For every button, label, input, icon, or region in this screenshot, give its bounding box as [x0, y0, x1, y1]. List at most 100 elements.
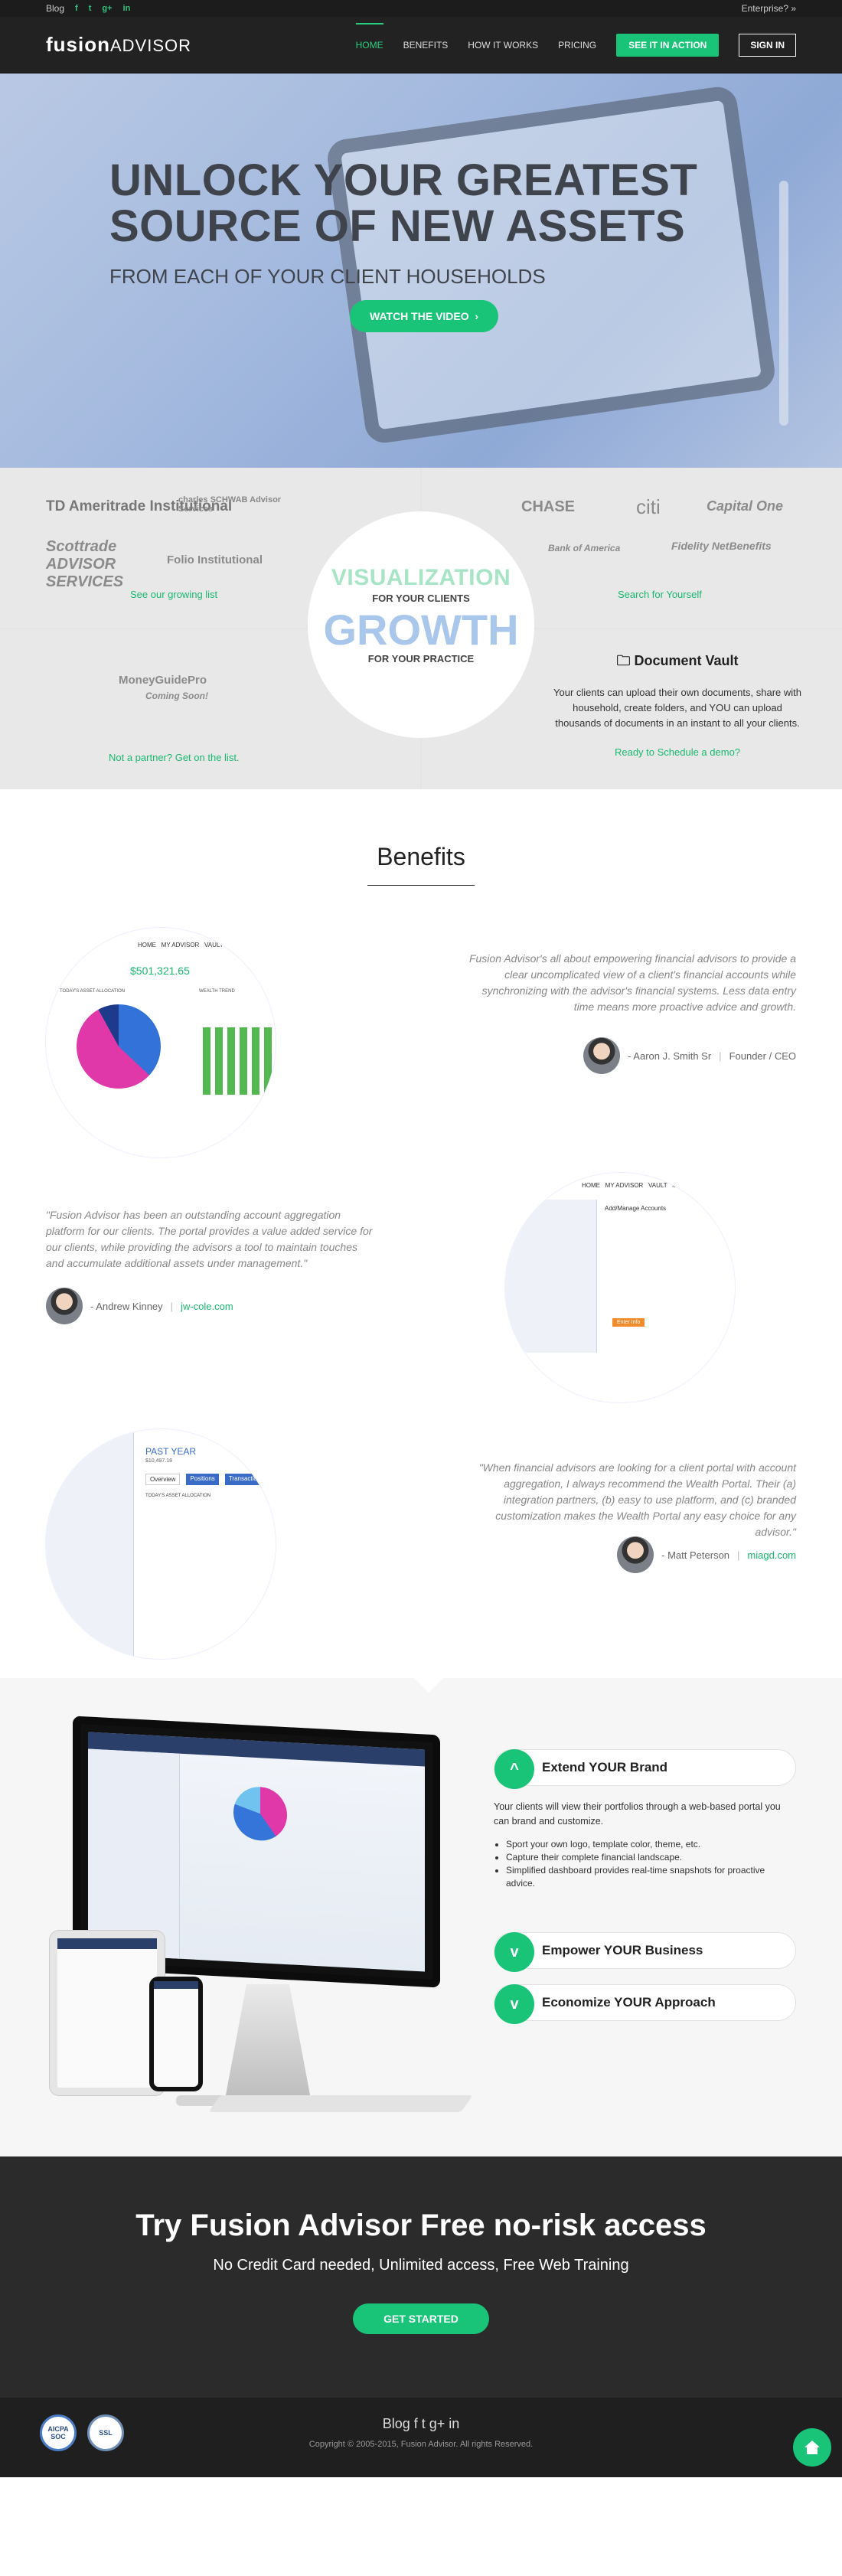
folder-icon: 🗀	[616, 653, 631, 668]
benefits-heading: Benefits	[377, 843, 465, 870]
imac-stand	[225, 1984, 311, 2099]
footer: AICPA SOC SSL Blog f t g+ in Copyright ©…	[0, 2398, 842, 2477]
blog-link[interactable]: Blog	[46, 3, 64, 14]
accordion-empower-business: v Empower YOUR Business	[494, 1932, 796, 1972]
shot3-tabs: Overview Positions Transactions	[145, 1474, 268, 1485]
search-for-yourself-link[interactable]: Search for Yourself	[618, 589, 702, 600]
ssl-seal: SSL	[87, 2414, 124, 2451]
testimonial-row-2: "Fusion Advisor has been an outstanding …	[0, 1165, 842, 1422]
nav-home[interactable]: HOME	[355, 22, 383, 51]
dashboard-screenshot-3: PAST YEAR $10,497.18 Overview Positions …	[46, 1429, 276, 1659]
schedule-demo-link[interactable]: Ready to Schedule a demo?	[615, 746, 740, 758]
hero: UNLOCK YOUR GREATEST SOURCE OF NEW ASSETS…	[0, 73, 842, 468]
accordion-header-empower[interactable]: v Empower YOUR Business	[494, 1932, 796, 1972]
footer-links[interactable]: Blog f t g+ in	[0, 2398, 842, 2432]
testimonial-author-3: - Matt Peterson | miagd.com	[617, 1536, 796, 1573]
dashboard-screenshot-1: HOME MY ADVISOR VAULT MY PORTFOLIO $501,…	[46, 928, 276, 1157]
wealth-bar-5	[252, 1027, 259, 1095]
logo[interactable]: fusionADVISOR	[46, 33, 191, 57]
moneyguidepro-logo: MoneyGuidePro	[119, 674, 207, 687]
jw-cole-link[interactable]: jw-cole.com	[181, 1301, 233, 1312]
see-growing-list-link[interactable]: See our growing list	[130, 589, 217, 600]
wealth-bar-4	[240, 1027, 247, 1095]
shot2-title: Add/Manage Accounts	[605, 1205, 667, 1212]
keyboard-image	[208, 2095, 473, 2112]
document-vault: 🗀 Document Vault Your clients can upload…	[551, 651, 804, 760]
dashboard-screenshot-2: HOME MY ADVISOR VAULT MY PORTFOLIO Add/M…	[505, 1173, 735, 1402]
get-started-button[interactable]: GET STARTED	[353, 2303, 489, 2334]
document-vault-title: Document Vault	[634, 653, 739, 668]
testimonial-author-1: - Aaron J. Smith Sr | Founder / CEO	[583, 1037, 796, 1074]
shot1-label2: WEALTH TREND	[199, 989, 235, 994]
try-title: Try Fusion Advisor Free no-risk access	[135, 2209, 707, 2242]
nav-benefits[interactable]: BENEFITS	[403, 40, 449, 51]
extend-brand-list: Sport your own logo, template color, the…	[506, 1838, 796, 1890]
benefits-section: Benefits	[0, 789, 842, 909]
chevron-up-icon: ^	[494, 1749, 534, 1789]
get-on-list-link[interactable]: Not a partner? Get on the list.	[109, 752, 240, 763]
value-circle: VISUALIZATION FOR YOUR CLIENTS GROWTH FO…	[308, 511, 534, 738]
phone-device-image	[149, 1977, 203, 2091]
nav-how-it-works[interactable]: HOW IT WORKS	[468, 40, 538, 51]
copyright: Copyright © 2005-2015, Fusion Advisor. A…	[308, 2440, 534, 2449]
main-nav: fusionADVISOR HOME BENEFITS HOW IT WORKS…	[0, 17, 842, 73]
tablet-device-image	[50, 1931, 165, 2095]
accordion-extend-brand: ^ Extend YOUR Brand Your clients will vi…	[494, 1749, 796, 1890]
avatar	[617, 1536, 654, 1573]
growth-word: GROWTH	[323, 606, 519, 654]
nav-pricing[interactable]: PRICING	[558, 40, 596, 51]
top-bar: Blog f t g+ in Enterprise? »	[0, 0, 842, 17]
document-vault-text: Your clients can upload their own docume…	[553, 687, 801, 729]
bank-of-america-logo: Bank of America	[548, 543, 621, 553]
hero-subtitle: FROM EACH OF YOUR CLIENT HOUSEHOLDS	[109, 265, 546, 288]
home-icon[interactable]	[793, 2428, 831, 2467]
avatar	[583, 1037, 621, 1074]
wealth-bar-3	[227, 1027, 235, 1095]
wealth-bar-2	[215, 1027, 223, 1095]
twitter-icon[interactable]: t	[89, 4, 92, 13]
see-it-in-action-button[interactable]: SEE IT IN ACTION	[616, 33, 720, 57]
benefits-divider	[367, 885, 475, 886]
testimonial-quote-1: Fusion Advisor's all about empowering fi…	[468, 952, 796, 1013]
chevron-down-icon: v	[494, 1984, 534, 2024]
shot3-amount: $10,497.18	[145, 1458, 173, 1464]
enterprise-link[interactable]: Enterprise? »	[742, 3, 796, 14]
shot1-amount: $501,321.65	[130, 965, 190, 977]
accordion-economize-approach: v Economize YOUR Approach	[494, 1984, 796, 2024]
facebook-icon[interactable]: f	[75, 4, 78, 13]
hero-title: UNLOCK YOUR GREATEST SOURCE OF NEW ASSETS	[109, 155, 698, 251]
schwab-logo: charles SCHWAB Advisor Services	[178, 495, 282, 514]
try-free-section: Try Fusion Advisor Free no-risk access N…	[0, 2156, 842, 2398]
accordion-header-extend[interactable]: ^ Extend YOUR Brand	[494, 1749, 796, 1789]
sign-in-button[interactable]: SIGN IN	[739, 33, 796, 57]
chevron-right-icon: ›	[475, 310, 479, 322]
try-subtitle: No Credit Card needed, Unlimited access,…	[213, 2257, 629, 2274]
asset-allocation-pie	[77, 1004, 161, 1089]
testimonial-author-2: - Andrew Kinney | jw-cole.com	[46, 1288, 233, 1324]
shot3-col: TODAY'S ASSET ALLOCATION	[145, 1494, 211, 1498]
folio-logo: Folio Institutional	[167, 553, 263, 566]
wealth-trend-chart	[203, 1027, 272, 1095]
fidelity-logo: Fidelity NetBenefits	[671, 540, 772, 552]
linkedin-icon[interactable]: in	[123, 4, 131, 13]
scottrade-logo: Scottrade ADVISOR SERVICES	[46, 538, 124, 590]
aicpa-soc-seal: AICPA SOC	[40, 2414, 77, 2451]
avatar	[46, 1288, 83, 1324]
miagd-link[interactable]: miagd.com	[747, 1549, 796, 1561]
chase-logo: CHASE	[521, 498, 576, 515]
shot3-title: PAST YEAR	[145, 1446, 197, 1457]
extend-brand-text: Your clients will view their portfolios …	[494, 1801, 781, 1827]
shot2-button: Enter Info	[612, 1318, 645, 1327]
testimonial-row-1: HOME MY ADVISOR VAULT MY PORTFOLIO $501,…	[0, 909, 842, 1165]
wealth-bar-6	[264, 1027, 272, 1095]
accordion-header-economize[interactable]: v Economize YOUR Approach	[494, 1984, 796, 2024]
hero-pen-image	[779, 181, 788, 426]
google-plus-icon[interactable]: g+	[102, 4, 112, 13]
brand-section: ^ Extend YOUR Brand Your clients will vi…	[0, 1677, 842, 2156]
capital-one-logo: Capital One	[707, 498, 784, 514]
shot2-nav: HOME MY ADVISOR VAULT MY PORTFOLIO	[582, 1182, 719, 1189]
testimonial-row-3: PAST YEAR $10,497.18 Overview Positions …	[0, 1422, 842, 1678]
partners-section: TD Ameritrade Institutional charles SCHW…	[0, 468, 842, 789]
watch-video-button[interactable]: WATCH THE VIDEO ›	[350, 300, 499, 332]
wealth-bar-1	[203, 1027, 210, 1095]
